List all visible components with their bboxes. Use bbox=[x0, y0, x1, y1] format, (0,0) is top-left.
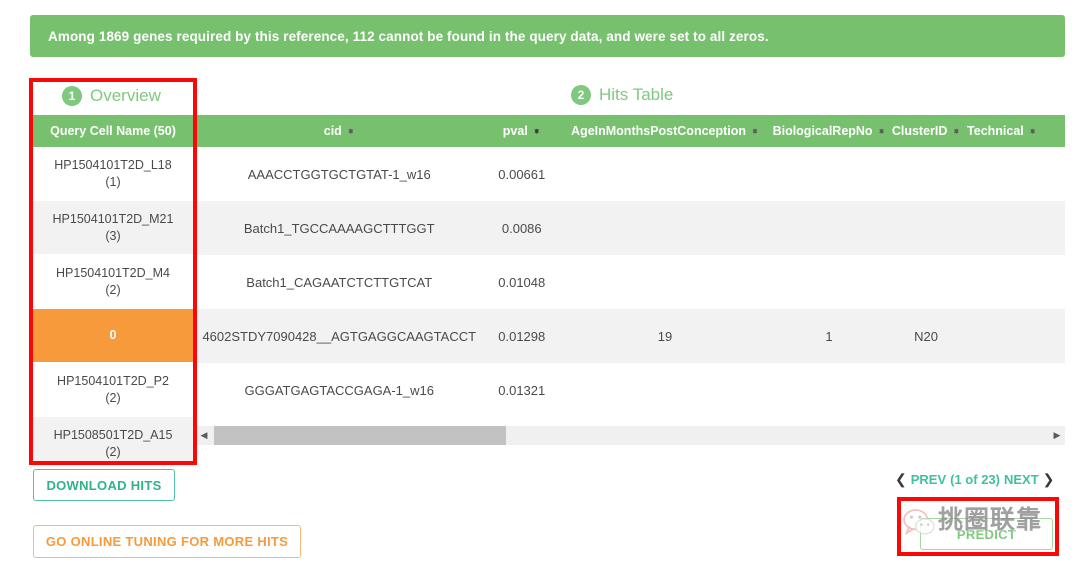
download-hits-button[interactable]: DOWNLOAD HITS bbox=[33, 469, 175, 501]
query-cell-name: HP1504101T2D_M21 bbox=[53, 211, 174, 228]
column-header-label: pval bbox=[503, 124, 528, 138]
step-1-badge: 1 bbox=[62, 86, 82, 106]
pagination: ❮ PREV (1 of 23) NEXT ❯ bbox=[895, 471, 1054, 488]
next-page-button[interactable]: NEXT bbox=[1004, 472, 1039, 487]
scrollbar-track[interactable] bbox=[212, 426, 1049, 445]
cell-bio: 1 bbox=[769, 329, 889, 344]
prev-page-button[interactable]: PREV bbox=[911, 472, 946, 487]
overview-section-title: 1 Overview bbox=[62, 86, 161, 106]
go-online-tuning-button[interactable]: GO ONLINE TUNING FOR MORE HITS bbox=[33, 525, 301, 558]
cell-cid: 4602STDY7090428__AGTGAGGCAAGTACCT bbox=[196, 329, 482, 344]
column-header-ageinmonthspostconception[interactable]: AgeInMonthsPostConception ▲▼ bbox=[561, 124, 769, 138]
sort-icon[interactable]: ▲▼ bbox=[533, 131, 541, 132]
query-cell-name: HP1504101T2D_M4 bbox=[56, 265, 170, 282]
cell-age: 19 bbox=[561, 329, 769, 344]
sort-icon[interactable]: ▲▼ bbox=[952, 131, 960, 132]
cell-cid: GGGATGAGTACCGAGA-1_w16 bbox=[196, 383, 482, 398]
column-header-biologicalrepno[interactable]: BiologicalRepNo ▲▼ bbox=[769, 124, 889, 138]
sort-icon[interactable]: ▲▼ bbox=[878, 131, 886, 132]
scroll-left-arrow-icon[interactable]: ◀ bbox=[196, 430, 212, 441]
query-cell-count: (2) bbox=[105, 444, 120, 461]
query-cell-name: HP1508501T2D_A15 bbox=[54, 427, 173, 444]
cell-pval: 0.01048 bbox=[482, 275, 561, 290]
cell-pval: 0.01298 bbox=[482, 329, 561, 344]
table-row[interactable]: AAACCTGGTGCTGTAT-1_w160.00661 bbox=[196, 147, 1065, 201]
query-cell-row[interactable]: HP1504101T2D_M21(3) bbox=[33, 201, 193, 255]
page-counter: (1 of 23) bbox=[950, 472, 1000, 487]
query-cell-name: HP1504101T2D_L18 bbox=[54, 157, 171, 174]
hits-table-header: cid▲▼pval▲▼AgeInMonthsPostConception▲▼Bi… bbox=[196, 115, 1065, 147]
overview-title-label: Overview bbox=[90, 86, 161, 106]
column-header-clusterid[interactable]: ClusterID ▲▼ bbox=[889, 124, 963, 138]
query-cell-row[interactable]: HP1508501T2D_A15(2) bbox=[33, 417, 193, 462]
alert-message: Among 1869 genes required by this refere… bbox=[48, 29, 769, 44]
cell-cid: Batch1_TGCCAAAAGCTTTGGT bbox=[196, 221, 482, 236]
query-cell-list[interactable]: Query Cell Name (50) HP1504101T2D_L18(1)… bbox=[33, 115, 193, 462]
predict-button[interactable]: PREDICT bbox=[920, 518, 1053, 550]
prev-chevron-icon[interactable]: ❮ bbox=[895, 471, 907, 488]
hits-title-label: Hits Table bbox=[599, 85, 673, 105]
horizontal-scrollbar[interactable]: ◀ ▶ bbox=[196, 426, 1065, 445]
query-cell-row[interactable]: 0 bbox=[33, 309, 193, 363]
column-header-cid[interactable]: cid ▲▼ bbox=[196, 124, 482, 138]
query-cell-name: 0 bbox=[110, 327, 117, 344]
cell-cid: AAACCTGGTGCTGTAT-1_w16 bbox=[196, 167, 482, 182]
hits-section-title: 2 Hits Table bbox=[571, 85, 673, 105]
query-cell-count: (3) bbox=[105, 228, 120, 245]
table-row[interactable]: 4602STDY7090428__AGTGAGGCAAGTACCT0.01298… bbox=[196, 309, 1065, 363]
table-row[interactable]: GGGATGAGTACCGAGA-1_w160.01321 bbox=[196, 363, 1065, 417]
query-cell-row[interactable]: HP1504101T2D_L18(1) bbox=[33, 147, 193, 201]
query-cell-rows: HP1504101T2D_L18(1)HP1504101T2D_M21(3)HP… bbox=[33, 147, 193, 462]
cell-cluster: N20 bbox=[889, 329, 963, 344]
table-row[interactable]: Batch1_TGCCAAAAGCTTTGGT0.0086 bbox=[196, 201, 1065, 255]
query-cell-row[interactable]: HP1504101T2D_M4(2) bbox=[33, 255, 193, 309]
next-chevron-icon[interactable]: ❯ bbox=[1043, 471, 1055, 488]
column-header-label: Technical bbox=[967, 124, 1024, 138]
query-cell-row[interactable]: HP1504101T2D_P2(2) bbox=[33, 363, 193, 417]
alert-banner: Among 1869 genes required by this refere… bbox=[30, 15, 1065, 57]
sort-icon[interactable]: ▲▼ bbox=[751, 131, 759, 132]
hits-table[interactable]: cid▲▼pval▲▼AgeInMonthsPostConception▲▼Bi… bbox=[196, 115, 1065, 421]
scrollbar-thumb[interactable] bbox=[214, 426, 506, 445]
cell-cid: Batch1_CAGAATCTCTTGTCAT bbox=[196, 275, 482, 290]
scroll-right-arrow-icon[interactable]: ▶ bbox=[1049, 430, 1065, 441]
column-header-technical[interactable]: Technical ▲▼ bbox=[963, 124, 1065, 138]
column-header-label: cid bbox=[324, 124, 342, 138]
table-row[interactable]: Batch1_CAGAATCTCTTGTCAT0.01048 bbox=[196, 255, 1065, 309]
step-2-badge: 2 bbox=[571, 85, 591, 105]
query-cell-name-header[interactable]: Query Cell Name (50) bbox=[33, 115, 193, 147]
column-header-label: BiologicalRepNo bbox=[773, 124, 873, 138]
query-cell-count: (1) bbox=[105, 174, 120, 191]
column-header-pval[interactable]: pval ▲▼ bbox=[482, 124, 561, 138]
sort-icon[interactable]: ▲▼ bbox=[347, 131, 355, 132]
column-header-label: AgeInMonthsPostConception bbox=[571, 124, 746, 138]
column-header-label: ClusterID bbox=[892, 124, 948, 138]
query-cell-count: (2) bbox=[105, 390, 120, 407]
query-cell-count: (2) bbox=[105, 282, 120, 299]
cell-pval: 0.0086 bbox=[482, 221, 561, 236]
cell-pval: 0.00661 bbox=[482, 167, 561, 182]
cell-pval: 0.01321 bbox=[482, 383, 561, 398]
sort-icon[interactable]: ▲▼ bbox=[1029, 131, 1037, 132]
query-cell-name: HP1504101T2D_P2 bbox=[57, 373, 169, 390]
hits-table-body: AAACCTGGTGCTGTAT-1_w160.00661Batch1_TGCC… bbox=[196, 147, 1065, 417]
